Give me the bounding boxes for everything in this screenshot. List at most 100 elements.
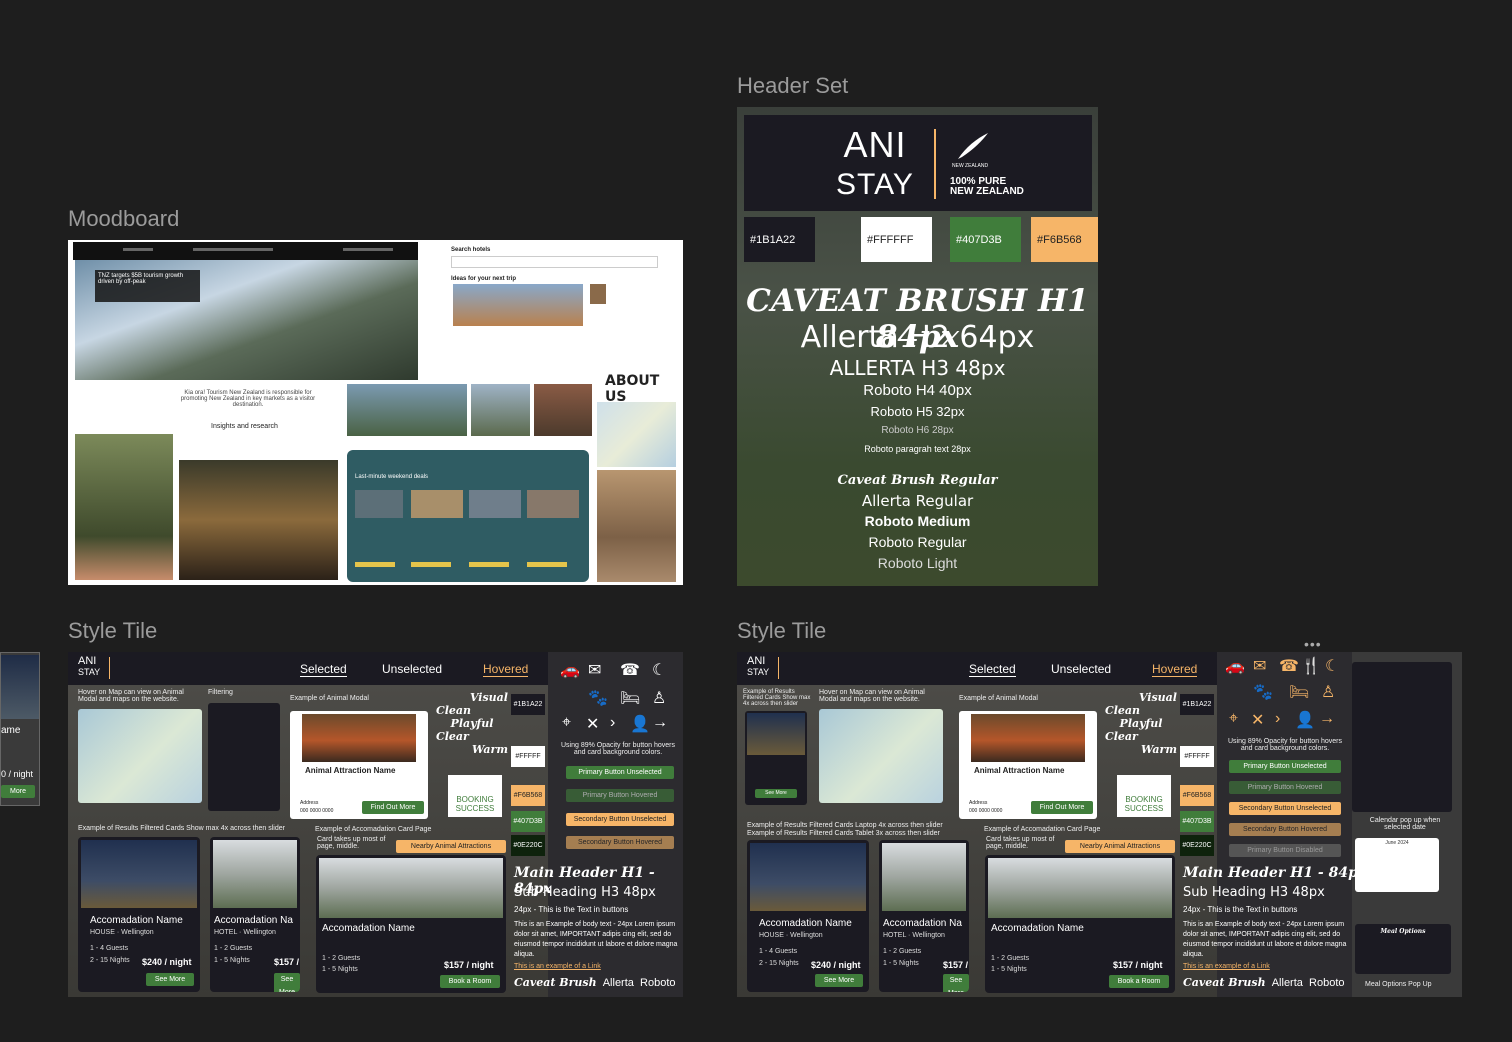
- tile1-card2-loc: HOTEL · Wellington: [214, 929, 276, 936]
- tile1-btn-secondary-unselected[interactable]: Secondary Button Unselected: [566, 813, 674, 826]
- font-roboto-regular: Roboto Regular: [868, 534, 967, 550]
- moodboard-intro: Kia ora! Tourism New Zealand is responsi…: [180, 390, 316, 408]
- tile2-tab-hovered[interactable]: Hovered: [1152, 662, 1198, 677]
- tile1-map[interactable]: [78, 709, 202, 803]
- style-tile-1-frame[interactable]: ANI STAY Selected Unselected Hovered Hove…: [68, 652, 683, 997]
- tile2-mobile-card[interactable]: See More: [745, 711, 807, 805]
- tile1-nearby-button[interactable]: Nearby Animal Attractions: [396, 840, 506, 853]
- tile1-accom-page-card[interactable]: Accomadation Name 1 - 2 Guests 1 - 5 Nig…: [316, 855, 506, 993]
- header-logo-bar: ANI STAY NEW ZEALAND 100% PURE NEW ZEALA…: [744, 115, 1092, 211]
- tile2-sub-heading: Sub Heading H3 48px: [1183, 885, 1325, 900]
- tile2-page-card-price: $157 / night: [1113, 960, 1163, 970]
- tile1-card1-price: $240 / night: [142, 957, 192, 967]
- tile1-btn-primary-hovered[interactable]: Primary Button Hovered: [566, 789, 674, 802]
- tile1-btn-primary-unselected[interactable]: Primary Button Unselected: [566, 766, 674, 779]
- tile2-mail-icon: ✉: [1253, 658, 1267, 675]
- tile2-book-room-button[interactable]: Book a Room: [1109, 975, 1169, 988]
- tile1-logo: ANI STAY: [78, 655, 101, 678]
- tile2-booking-success: BOOKING SUCCESS: [1117, 775, 1171, 817]
- frame-label-moodboard[interactable]: Moodboard: [68, 206, 179, 232]
- style-tile-2-frame[interactable]: ANI STAY Selected Unselected Hovered Exam…: [737, 652, 1462, 997]
- tile2-map[interactable]: [819, 709, 943, 803]
- tile1-tab-unselected[interactable]: Unselected: [382, 662, 442, 676]
- moodboard-frame[interactable]: TNZ targets $5B tourism growth driven by…: [68, 240, 683, 585]
- tile2-body-text: This is an Example of body text - 24px L…: [1183, 921, 1347, 958]
- tile1-card2-price: $157 /: [274, 957, 300, 967]
- swatch-407d3b: #407D3B: [950, 217, 1021, 262]
- tile2-animal-modal[interactable]: Animal Attraction Name Address 000 0000 …: [959, 711, 1097, 819]
- frame-label-style-tile-1[interactable]: Style Tile: [68, 618, 157, 644]
- tile1-tab-selected[interactable]: Selected: [300, 662, 347, 677]
- tile1-swatch-2: #FFFFF: [511, 746, 545, 767]
- clipped-image: [1, 655, 39, 719]
- tile2-page-card-name: Accomadation Name: [991, 923, 1084, 934]
- frame-more-dots-icon[interactable]: •••: [1304, 636, 1322, 652]
- tile2-btn-primary-unselected[interactable]: Primary Button Unselected: [1229, 760, 1341, 773]
- tile2-calendar[interactable]: June 2024: [1355, 838, 1439, 892]
- tile2-results-caption-tablet: Example of Results Filtered Cards Tablet…: [747, 830, 940, 837]
- tile2-meal-popup-caption: Meal Options Pop Up: [1365, 981, 1432, 988]
- tile1-page-card-guests: 1 - 2 Guests: [322, 955, 361, 962]
- tile1-card2-see-more[interactable]: See More: [274, 973, 300, 992]
- tile2-btn-secondary-unselected[interactable]: Secondary Button Unselected: [1229, 802, 1341, 815]
- tile2-tab-selected[interactable]: Selected: [969, 662, 1016, 677]
- tile2-tab-unselected[interactable]: Unselected: [1051, 662, 1111, 676]
- tile1-card1-nights: 2 - 15 Nights: [90, 957, 130, 964]
- tile2-btn-primary-disabled[interactable]: Primary Button Disabled: [1229, 844, 1341, 857]
- tile2-nearby-button[interactable]: Nearby Animal Attractions: [1065, 840, 1175, 853]
- tile2-accom-card-2[interactable]: Accomadation Na HOTEL · Wellington 1 - 2…: [879, 840, 969, 992]
- tile2-swatch-2: #FFFFF: [1180, 746, 1214, 767]
- tile1-filtering: Filtering: [208, 689, 233, 696]
- tile2-card2-see-more[interactable]: See More: [943, 974, 969, 992]
- pin-icon: ⌖: [562, 714, 572, 731]
- tile1-find-out-more-button[interactable]: Find Out More: [362, 801, 424, 814]
- frame-label-style-tile-2[interactable]: Style Tile: [737, 618, 826, 644]
- tile1-swatch-1: #1B1A22: [511, 694, 545, 715]
- header-set-frame[interactable]: ANI STAY NEW ZEALAND 100% PURE NEW ZEALA…: [737, 107, 1098, 586]
- logo-line-stay: STAY: [836, 168, 914, 201]
- tile1-filter-panel[interactable]: [208, 703, 280, 811]
- tile2-find-out-more-button[interactable]: Find Out More: [1031, 801, 1093, 814]
- clipped-frame[interactable]: ame 0 / night More: [0, 652, 40, 806]
- tile1-fonts-row: Caveat Brush Allerta Roboto: [514, 976, 676, 989]
- tile2-accom-page-card[interactable]: Accomadation Name 1 - 2 Guests 1 - 5 Nig…: [985, 855, 1175, 993]
- tile1-accom-card-2[interactable]: Accomadation Na HOTEL · Wellington 1 - 2…: [210, 837, 300, 992]
- tile1-card1-loc: HOUSE · Wellington: [90, 929, 154, 936]
- moodboard-photo-forest: [75, 434, 173, 580]
- tile1-card2-name: Accomadation Na: [214, 915, 293, 926]
- tile1-card1-see-more[interactable]: See More: [146, 973, 194, 986]
- tile1-link[interactable]: This is an example of a Link: [514, 963, 601, 970]
- tile2-card1-price: $240 / night: [811, 960, 861, 970]
- tile2-paw-icon: 🐾: [1253, 684, 1273, 701]
- tile1-book-room-button[interactable]: Book a Room: [440, 975, 500, 988]
- tile2-accom-note: Card takes up most of page, middle.: [986, 836, 1055, 850]
- tile2-card1-see-more[interactable]: See More: [815, 974, 863, 987]
- tile2-meal-popup[interactable]: Meal Options: [1355, 924, 1451, 974]
- logo-line-ani: ANI: [843, 124, 907, 165]
- font-caveat: Caveat Brush Regular: [837, 473, 998, 488]
- type-paragraph: Roboto paragrah text 28px: [864, 444, 971, 454]
- tile2-card2-name: Accomadation Na: [883, 918, 962, 929]
- tile1-card2-nights: 1 - 5 Nights: [214, 957, 250, 964]
- tile2-address: Address: [969, 800, 988, 806]
- tile2-btn-primary-hovered[interactable]: Primary Button Hovered: [1229, 781, 1341, 794]
- tile1-tab-hovered[interactable]: Hovered: [483, 662, 529, 677]
- clipped-more-button[interactable]: More: [1, 785, 35, 798]
- type-h4: Roboto H4 40px: [863, 382, 972, 399]
- tile2-mobile-see-more[interactable]: See More: [755, 789, 797, 798]
- tile1-sub-heading: Sub Heading H3 48px: [514, 885, 656, 900]
- tile2-filter-panel[interactable]: [1352, 662, 1452, 812]
- tile2-link[interactable]: This is an example of a Link: [1183, 963, 1270, 970]
- tile1-animal-modal[interactable]: Animal Attraction Name Address 000 0000 …: [290, 711, 428, 819]
- tile2-accom-card-1[interactable]: Accomadation Name HOUSE · Wellington 1 -…: [747, 840, 869, 992]
- moodboard-nav: [73, 242, 418, 260]
- font-allerta: Allerta Regular: [861, 492, 974, 510]
- tile1-accom-card-1[interactable]: Accomadation Name HOUSE · Wellington 1 -…: [78, 837, 200, 992]
- fern-icon: [954, 131, 990, 161]
- tile1-btn-secondary-hovered[interactable]: Secondary Button Hovered: [566, 836, 674, 849]
- tile2-btn-secondary-hovered[interactable]: Secondary Button Hovered: [1229, 823, 1341, 836]
- tile1-animal-modal-caption: Example of Animal Modal: [290, 695, 369, 702]
- tile1-address: Address: [300, 800, 319, 806]
- frame-label-header-set[interactable]: Header Set: [737, 73, 848, 99]
- tile2-card1-name: Accomadation Name: [759, 918, 852, 929]
